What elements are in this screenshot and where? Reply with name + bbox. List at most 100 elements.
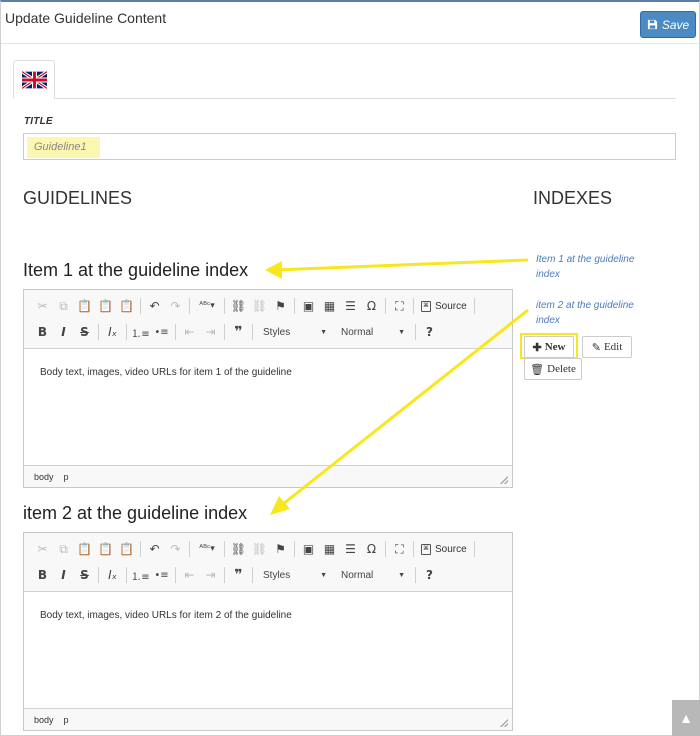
delete-index-button[interactable]: 🗑 Delete [524, 358, 582, 380]
image-icon[interactable]: ▣ [298, 539, 319, 559]
italic-icon[interactable]: I [53, 322, 74, 342]
toolbar-separator [252, 324, 253, 340]
table-icon[interactable]: ▦ [319, 539, 340, 559]
help-icon[interactable]: ? [419, 565, 440, 585]
bulleted-list-icon[interactable]: •≡ [151, 322, 172, 342]
toolbar-separator [126, 567, 127, 583]
anchor-flag-icon[interactable]: ⚑ [270, 539, 291, 559]
path-body[interactable]: body [34, 472, 54, 482]
new-label: New [544, 341, 566, 353]
editor-statusbar: body p [24, 465, 512, 487]
editor-content[interactable]: Body text, images, video URLs for item 2… [24, 592, 512, 708]
numbered-list-icon[interactable]: ⒈≡ [130, 565, 151, 585]
edit-index-button[interactable]: ✎ Edit [582, 336, 632, 358]
copy-icon[interactable]: ⧉ [53, 296, 74, 316]
source-button[interactable]: ⌘ Source [417, 543, 471, 555]
bold-icon[interactable]: B [32, 322, 53, 342]
save-button[interactable]: Save [640, 11, 696, 38]
editor-toolbar: ✂ ⧉ 📋 📋 📋 ↶ ↷ ᴬᴮᶜ▾ ⛓ ⛓ ⚑ ▣ ▦ ☰ Ω ⛶ ⌘ Sou… [24, 290, 512, 349]
paste-icon[interactable]: 📋 [74, 539, 95, 559]
strikethrough-icon[interactable]: S [74, 565, 95, 585]
toolbar-separator [175, 567, 176, 583]
copy-icon[interactable]: ⧉ [53, 539, 74, 559]
anchor-flag-icon[interactable]: ⚑ [270, 296, 291, 316]
special-char-icon[interactable]: Ω [361, 296, 382, 316]
maximize-icon[interactable]: ⛶ [389, 296, 410, 316]
tab-language-english[interactable] [13, 60, 55, 99]
paste-text-icon[interactable]: 📋 [95, 296, 116, 316]
toolbar-separator [294, 298, 295, 314]
italic-icon[interactable]: I [53, 565, 74, 585]
unlink-icon[interactable]: ⛓ [249, 539, 270, 559]
rich-text-editor[interactable]: ✂ ⧉ 📋 📋 📋 ↶ ↷ ᴬᴮᶜ▾ ⛓ ⛓ ⚑ ▣ ▦ ☰ Ω ⛶ ⌘ Sou… [23, 532, 513, 731]
spellcheck-icon[interactable]: ᴬᴮᶜ▾ [193, 296, 221, 316]
indexes-heading: INDEXES [533, 188, 613, 208]
index-link-item-1[interactable]: Item 1 at the guideline index [536, 252, 634, 282]
remove-format-icon[interactable]: Iₓ [102, 565, 123, 585]
source-label: Source [435, 300, 467, 312]
blockquote-icon[interactable]: ❞ [228, 565, 249, 585]
format-label: Normal [341, 326, 374, 338]
editor-content[interactable]: Body text, images, video URLs for item 1… [24, 349, 512, 465]
strikethrough-icon[interactable]: S [74, 322, 95, 342]
spellcheck-icon[interactable]: ᴬᴮᶜ▾ [193, 539, 221, 559]
unlink-icon[interactable]: ⛓ [249, 296, 270, 316]
styles-label: Styles [263, 326, 291, 338]
scroll-to-top-button[interactable]: ▲ [672, 700, 700, 736]
path-p[interactable]: p [64, 715, 69, 725]
toolbar-separator [413, 541, 414, 557]
remove-format-icon[interactable]: Iₓ [102, 322, 123, 342]
paste-word-icon[interactable]: 📋 [116, 539, 137, 559]
title-input[interactable]: Guideline1 [23, 133, 676, 160]
image-icon[interactable]: ▣ [298, 296, 319, 316]
link-icon[interactable]: ⛓ [228, 539, 249, 559]
path-p[interactable]: p [64, 472, 69, 482]
guideline-item-heading: item 2 at the guideline index [23, 503, 248, 523]
undo-icon[interactable]: ↶ [144, 296, 165, 316]
toolbar-separator [294, 541, 295, 557]
indent-icon[interactable]: ⇥ [200, 565, 221, 585]
numbered-list-icon[interactable]: ⒈≡ [130, 322, 151, 342]
resize-grip-icon[interactable] [500, 476, 508, 484]
chevron-down-icon: ▼ [398, 571, 405, 579]
blockquote-icon[interactable]: ❞ [228, 322, 249, 342]
styles-label: Styles [263, 569, 291, 581]
index-link-line: index [536, 315, 560, 326]
cut-icon[interactable]: ✂ [32, 539, 53, 559]
toolbar-separator [385, 298, 386, 314]
index-link-item-2[interactable]: item 2 at the guideline index [536, 298, 634, 328]
table-icon[interactable]: ▦ [319, 296, 340, 316]
paste-icon[interactable]: 📋 [74, 296, 95, 316]
outdent-icon[interactable]: ⇤ [179, 565, 200, 585]
format-dropdown[interactable]: Normal ▼ [337, 566, 409, 584]
format-label: Normal [341, 569, 374, 581]
paste-word-icon[interactable]: 📋 [116, 296, 137, 316]
indent-icon[interactable]: ⇥ [200, 322, 221, 342]
source-button[interactable]: ⌘ Source [417, 300, 471, 312]
toolbar-separator [189, 298, 190, 314]
bold-icon[interactable]: B [32, 565, 53, 585]
path-body[interactable]: body [34, 715, 54, 725]
paste-text-icon[interactable]: 📋 [95, 539, 116, 559]
styles-dropdown[interactable]: Styles ▼ [259, 323, 331, 341]
source-label: Source [435, 543, 467, 555]
special-char-icon[interactable]: Ω [361, 539, 382, 559]
maximize-icon[interactable]: ⛶ [389, 539, 410, 559]
resize-grip-icon[interactable] [500, 719, 508, 727]
outdent-icon[interactable]: ⇤ [179, 322, 200, 342]
title-value: Guideline1 [27, 137, 100, 158]
help-icon[interactable]: ? [419, 322, 440, 342]
link-icon[interactable]: ⛓ [228, 296, 249, 316]
bulleted-list-icon[interactable]: •≡ [151, 565, 172, 585]
horizontal-line-icon[interactable]: ☰ [340, 539, 361, 559]
horizontal-line-icon[interactable]: ☰ [340, 296, 361, 316]
rich-text-editor[interactable]: ✂ ⧉ 📋 📋 📋 ↶ ↷ ᴬᴮᶜ▾ ⛓ ⛓ ⚑ ▣ ▦ ☰ Ω ⛶ ⌘ Sou… [23, 289, 513, 488]
redo-icon[interactable]: ↷ [165, 296, 186, 316]
styles-dropdown[interactable]: Styles ▼ [259, 566, 331, 584]
new-index-button[interactable]: ✚ New [524, 336, 574, 358]
undo-icon[interactable]: ↶ [144, 539, 165, 559]
cut-icon[interactable]: ✂ [32, 296, 53, 316]
toolbar-separator [189, 541, 190, 557]
redo-icon[interactable]: ↷ [165, 539, 186, 559]
format-dropdown[interactable]: Normal ▼ [337, 323, 409, 341]
